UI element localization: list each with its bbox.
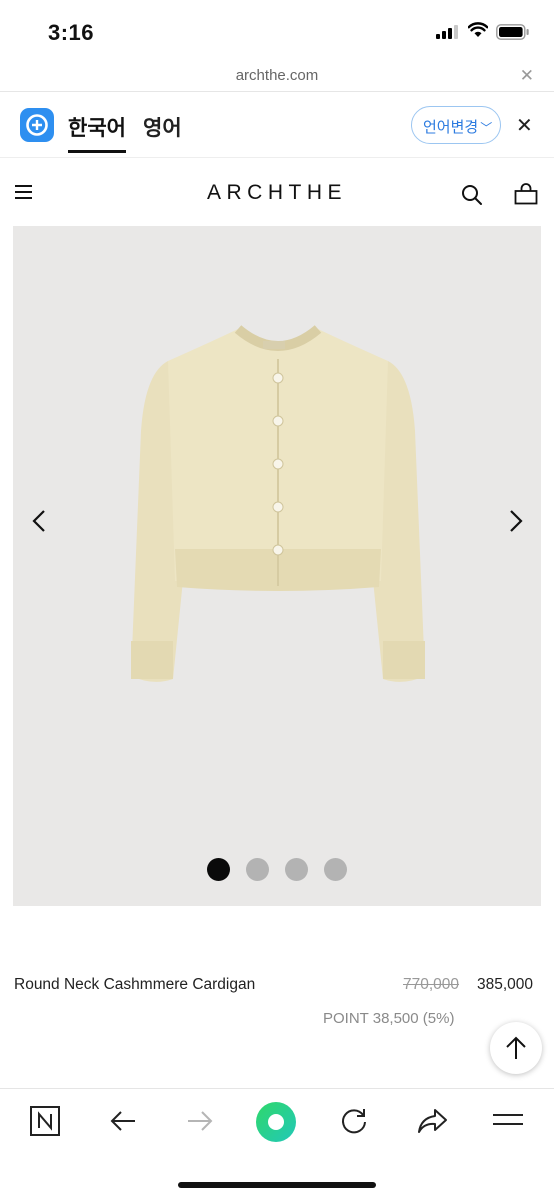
close-icon[interactable]: ✕ [520, 66, 534, 86]
arrow-up-icon [506, 1036, 526, 1059]
wifi-icon [468, 22, 488, 37]
green-dot-icon[interactable] [255, 1101, 297, 1143]
refresh-icon[interactable] [339, 1106, 369, 1136]
tab-korean[interactable]: 한국어 [68, 112, 126, 153]
tab-english[interactable]: 영어 [143, 112, 182, 142]
pagination-dot-active[interactable] [207, 858, 230, 881]
gallery-pagination [13, 858, 541, 881]
chevron-left-icon[interactable] [31, 509, 47, 533]
product-name: Round Neck Cashmmere Cardigan [14, 976, 256, 993]
search-icon[interactable] [461, 184, 483, 206]
points-info: POINT 38,500 (5%) [323, 1010, 455, 1027]
original-price: 770,000 [403, 976, 460, 993]
signal-icon [436, 25, 458, 39]
arrow-left-icon[interactable] [108, 1106, 138, 1136]
product-image-gallery[interactable] [13, 226, 541, 906]
status-time: 3:16 [48, 20, 95, 45]
chevron-down-icon: ﹀ [480, 121, 493, 135]
chevron-right-icon[interactable] [508, 509, 524, 533]
pagination-dot[interactable] [246, 858, 269, 881]
arrow-right-icon[interactable] [185, 1106, 215, 1136]
url-bar[interactable]: archthe.com ✕ [0, 60, 554, 92]
close-translate-button[interactable]: ✕ [516, 113, 533, 138]
naver-n-icon[interactable] [30, 1106, 60, 1136]
change-language-button[interactable]: 언어변경 ﹀ [411, 106, 501, 144]
site-header: ARCHTHE [0, 160, 554, 226]
translate-bar: 한국어 영어 언어변경 ﹀ ✕ [0, 92, 554, 158]
product-image [131, 325, 425, 682]
scroll-to-top-button[interactable] [490, 1022, 542, 1074]
share-icon[interactable] [416, 1106, 448, 1136]
sale-price: 385,000 [477, 976, 534, 993]
translate-logo-icon [20, 108, 54, 142]
pagination-dot[interactable] [324, 858, 347, 881]
url-text[interactable]: archthe.com [0, 67, 554, 84]
bag-icon[interactable] [514, 183, 538, 205]
change-language-label: 언어변경 [423, 119, 479, 136]
status-bar: 3:16 [0, 0, 554, 60]
hamburger-icon[interactable] [493, 1111, 523, 1131]
home-indicator [178, 1182, 376, 1188]
pagination-dot[interactable] [285, 858, 308, 881]
battery-icon [496, 24, 529, 40]
